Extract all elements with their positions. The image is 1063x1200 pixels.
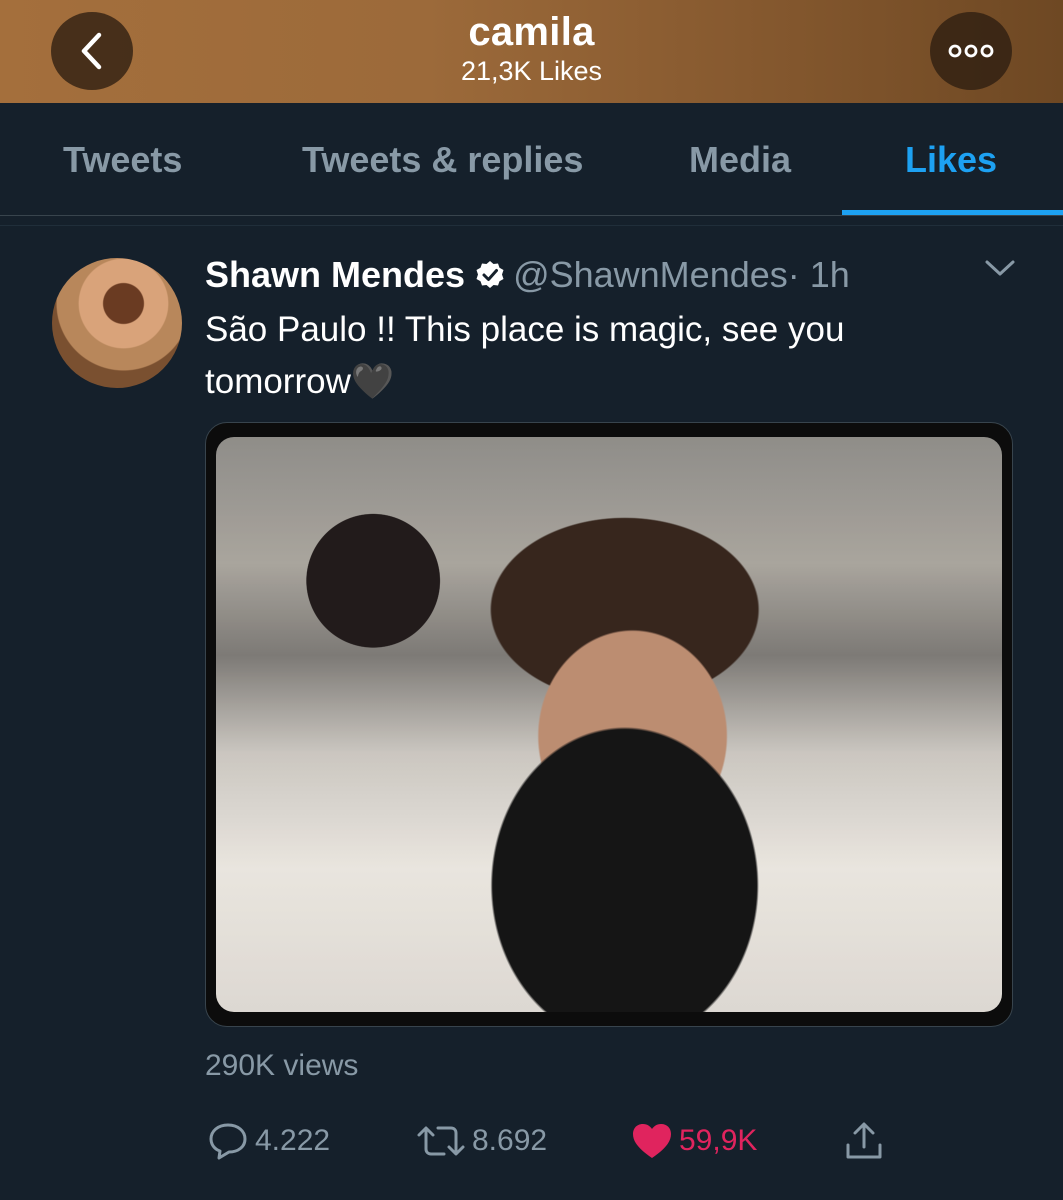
reply-button[interactable]: 4.222 — [207, 1118, 330, 1164]
reply-count: 4.222 — [255, 1124, 331, 1157]
retweet-count: 8.692 — [472, 1124, 548, 1157]
heart-filled-icon — [633, 1124, 671, 1158]
share-icon — [846, 1122, 882, 1159]
profile-name: camila — [468, 10, 595, 54]
likes-count: 21,3K Likes — [460, 56, 603, 86]
author-handle[interactable]: @ShawnMendes — [513, 254, 788, 296]
tweet-video[interactable] — [205, 422, 1013, 1027]
tweet-menu-button[interactable] — [984, 258, 1016, 283]
profile-tabs: Tweets Tweets & replies Media Likes — [0, 103, 1063, 216]
tab-tweets-and-replies[interactable]: Tweets & replies — [302, 139, 583, 181]
profile-header: camila 21,3K Likes — [0, 0, 1063, 103]
verified-badge-icon — [475, 260, 505, 290]
tweet-header: Shawn Mendes @ShawnMendes · 1h — [205, 252, 850, 298]
tab-likes[interactable]: Likes — [905, 139, 997, 181]
view-count: 290K views — [205, 1049, 359, 1082]
author-name[interactable]: Shawn Mendes — [205, 254, 465, 296]
avatar[interactable] — [52, 258, 182, 388]
tweet-time: · 1h — [787, 254, 850, 295]
like-button[interactable]: 59,9K — [631, 1118, 757, 1164]
active-tab-indicator — [842, 210, 1063, 215]
tweet-text: São Paulo !! This place is magic, see yo… — [205, 310, 845, 401]
more-button[interactable] — [930, 12, 1012, 90]
like-count: 59,9K — [679, 1124, 758, 1157]
video-frame — [216, 437, 1002, 1012]
tab-media[interactable]: Media — [689, 139, 791, 181]
reply-icon — [209, 1123, 247, 1160]
chevron-down-icon — [985, 260, 1015, 276]
retweet-button[interactable]: 8.692 — [416, 1118, 547, 1164]
tab-tweets[interactable]: Tweets — [63, 139, 182, 181]
divider — [0, 225, 1063, 226]
share-button[interactable] — [843, 1118, 885, 1164]
more-horizontal-icon — [948, 44, 994, 58]
retweet-icon — [417, 1126, 465, 1156]
